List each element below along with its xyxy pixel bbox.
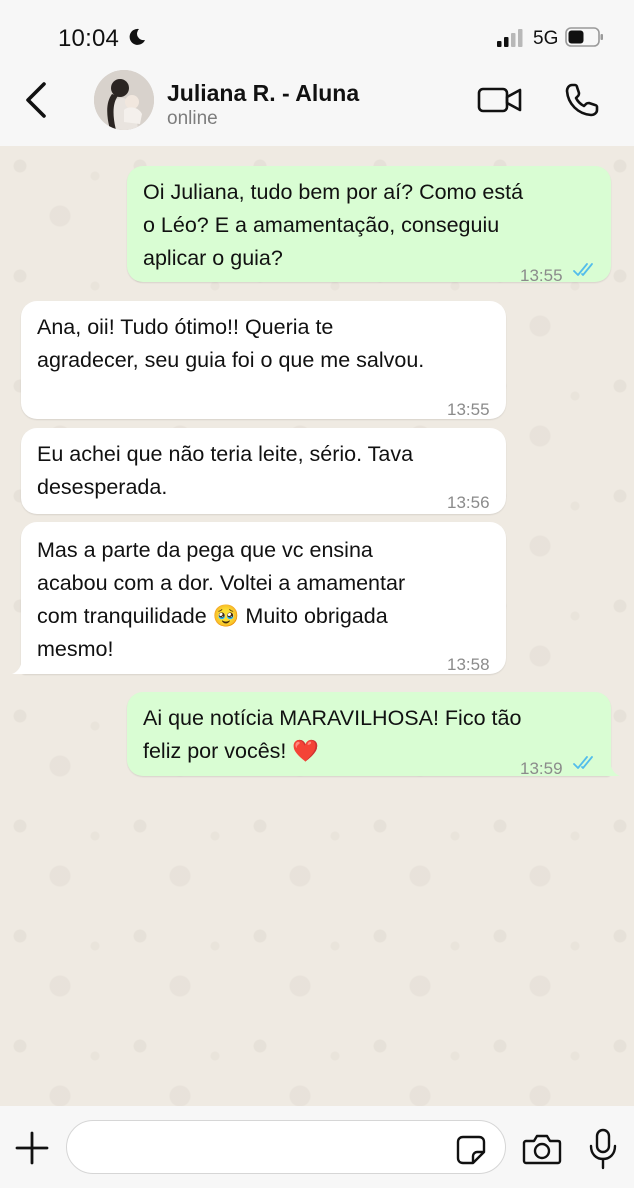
message-text: Mas a parte da pega que vc ensina acabou… <box>37 538 406 661</box>
plus-icon[interactable] <box>14 1130 50 1166</box>
message-bubble-incoming[interactable]: Mas a parte da pega que vc ensina acabou… <box>12 522 506 674</box>
message-input[interactable] <box>66 1120 506 1174</box>
contact-status: online <box>167 108 218 129</box>
status-bar: 10:04 5G <box>0 0 634 72</box>
message-text: Eu achei que não teria leite, sério. Tav… <box>37 442 414 499</box>
microphone-icon[interactable] <box>588 1128 618 1170</box>
chat-header: Juliana R. - Aluna online <box>0 64 634 146</box>
camera-icon[interactable] <box>522 1132 562 1166</box>
message-bubble-outgoing[interactable]: Ai que notícia MARAVILHOSA! Fico tão fel… <box>127 692 620 778</box>
phone-icon[interactable] <box>562 80 602 120</box>
input-bar <box>0 1106 634 1188</box>
battery-icon <box>565 27 603 47</box>
message-bubble-incoming[interactable]: Eu achei que não teria leite, sério. Tav… <box>21 428 506 514</box>
network-label: 5G <box>533 28 559 49</box>
message-text: Ana, oii! Tudo ótimo!! Queria te agradec… <box>37 315 425 372</box>
back-arrow-icon[interactable] <box>18 78 58 122</box>
double-check-read-icon <box>573 263 593 276</box>
avatar-photo <box>94 70 154 130</box>
message-time: 13:55 <box>520 266 563 285</box>
message-text: Oi Juliana, tudo bem por aí? Como está o… <box>143 180 524 270</box>
message-text: Ai que notícia MARAVILHOSA! Fico tão fel… <box>143 706 522 763</box>
bubble-tail <box>12 658 28 674</box>
chat-area[interactable]: Oi Juliana, tudo bem por aí? Como está o… <box>0 146 634 1106</box>
sticker-icon[interactable] <box>455 1134 487 1166</box>
message-bubble-incoming[interactable]: Ana, oii! Tudo ótimo!! Queria te agradec… <box>21 301 506 419</box>
video-camera-icon[interactable] <box>476 82 524 118</box>
moon-icon <box>129 28 145 45</box>
signal-icon <box>497 29 523 47</box>
bubble-tail <box>604 760 620 776</box>
message-time: 13:58 <box>447 655 490 674</box>
status-time: 10:04 <box>58 25 120 52</box>
message-bubble-outgoing[interactable]: Oi Juliana, tudo bem por aí? Como está o… <box>127 166 611 285</box>
message-time: 13:55 <box>447 400 490 419</box>
avatar[interactable] <box>94 70 154 130</box>
message-time: 13:56 <box>447 493 490 512</box>
double-check-read-icon <box>573 756 593 769</box>
contact-name: Juliana R. - Aluna <box>167 80 360 106</box>
message-time: 13:59 <box>520 759 563 778</box>
